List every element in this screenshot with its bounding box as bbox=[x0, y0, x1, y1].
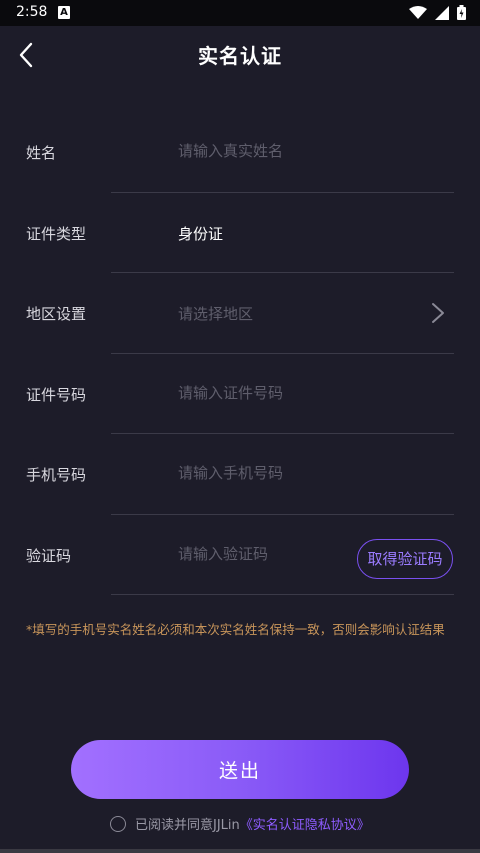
chevron-right-icon[interactable] bbox=[430, 301, 446, 325]
phone-input[interactable] bbox=[178, 462, 378, 484]
name-input[interactable] bbox=[178, 140, 378, 162]
verification-form: 姓名 证件类型 身份证 地区设置 请选择地区 证件号码 手机号码 验证码 取得验… bbox=[0, 112, 480, 595]
form-row-phone: 手机号码 bbox=[0, 434, 480, 515]
agreement: 已阅读并同意JJLin 《实名认证隐私协议》 bbox=[110, 814, 370, 833]
header: 实名认证 bbox=[0, 26, 480, 84]
name-label: 姓名 bbox=[26, 144, 57, 162]
notice-text: *填写的手机号实名姓名必须和本次实名姓名保持一致，否则会影响认证结果 bbox=[26, 622, 445, 637]
code-label: 验证码 bbox=[26, 546, 72, 565]
status-time: 2:58 bbox=[16, 4, 48, 20]
form-row-code: 验证码 取得验证码 bbox=[0, 515, 480, 595]
divider bbox=[111, 594, 454, 595]
id-number-input[interactable] bbox=[178, 381, 378, 404]
id-type-value[interactable]: 身份证 bbox=[178, 223, 223, 244]
submit-button[interactable]: 送出 bbox=[71, 740, 409, 799]
agree-checkbox[interactable] bbox=[110, 815, 126, 832]
wifi-icon bbox=[409, 5, 427, 19]
region-label: 地区设置 bbox=[26, 305, 87, 323]
id-number-label: 证件号码 bbox=[26, 385, 87, 404]
form-row-id-type: 证件类型 身份证 bbox=[0, 193, 480, 273]
code-input[interactable] bbox=[178, 542, 338, 565]
form-row-name: 姓名 bbox=[0, 112, 480, 193]
privacy-agreement-link[interactable]: 《实名认证隐私协议》 bbox=[240, 814, 370, 833]
status-bar: 2:58 A bbox=[0, 0, 480, 26]
battery-icon bbox=[457, 5, 466, 20]
page-title: 实名认证 bbox=[198, 44, 282, 68]
notification-icon: A bbox=[58, 6, 70, 19]
form-row-id-number: 证件号码 bbox=[0, 354, 480, 434]
region-selector[interactable]: 请选择地区 bbox=[178, 303, 253, 324]
get-code-button[interactable]: 取得验证码 bbox=[357, 538, 453, 579]
agreement-text: 已阅读并同意JJLin bbox=[135, 818, 240, 833]
gesture-bar bbox=[0, 849, 480, 853]
id-type-label: 证件类型 bbox=[26, 224, 87, 243]
phone-label: 手机号码 bbox=[26, 466, 87, 484]
form-row-region[interactable]: 地区设置 请选择地区 bbox=[0, 273, 480, 354]
signal-icon bbox=[435, 5, 449, 20]
